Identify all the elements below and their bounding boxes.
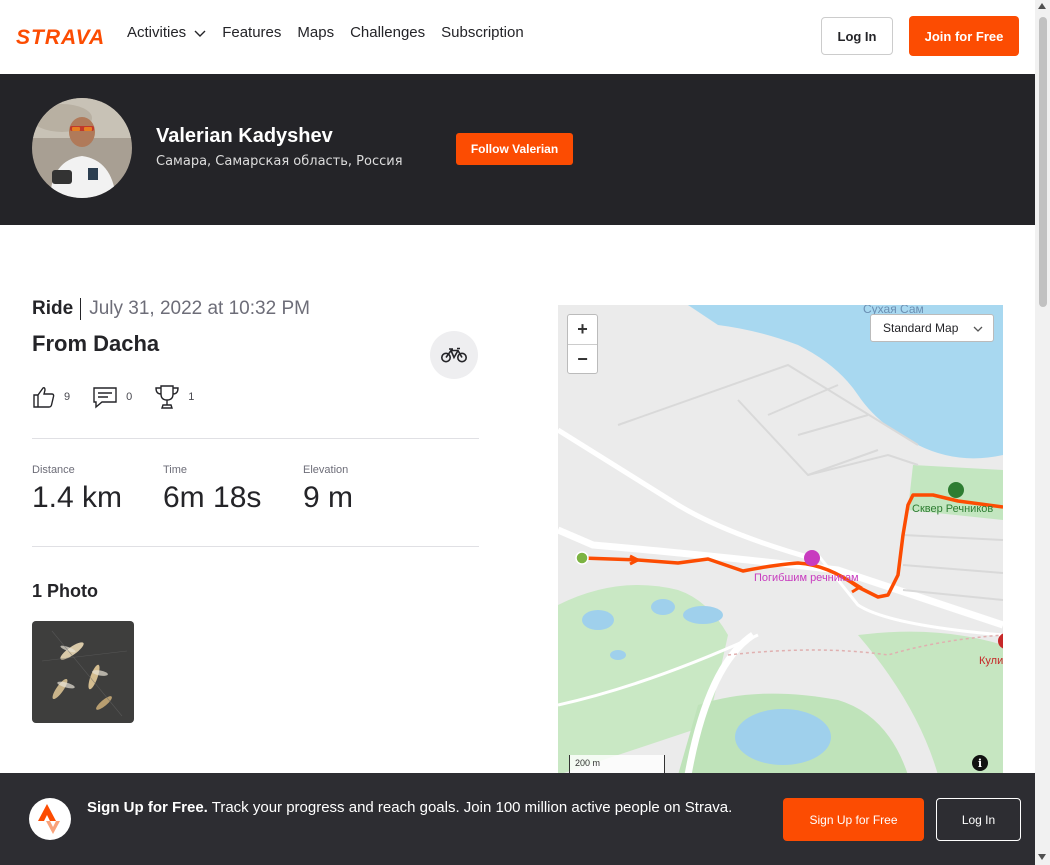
nav-features[interactable]: Features	[222, 24, 281, 41]
photos-title: 1 Photo	[32, 581, 98, 601]
strava-chevron-icon	[38, 804, 60, 834]
banner-login-button[interactable]: Log In	[936, 798, 1021, 841]
thumbs-up-icon	[33, 387, 55, 408]
athlete-name[interactable]: Valerian Kadyshev	[156, 125, 333, 148]
comments-count: 0	[126, 391, 133, 403]
banner-headline: Sign Up for Free.	[87, 799, 208, 816]
achievements-count: 1	[188, 391, 195, 403]
stat-label: Time	[163, 464, 188, 476]
strava-app-icon	[29, 798, 71, 840]
nav-maps[interactable]: Maps	[297, 24, 334, 41]
athlete-header: Valerian Kadyshev Самара, Самарская обла…	[0, 74, 1035, 225]
activity-title: From Dacha	[32, 331, 160, 356]
comments[interactable]: 0	[92, 385, 132, 409]
zoom-out-button[interactable]: −	[568, 344, 597, 373]
photo-image	[32, 621, 134, 723]
join-button[interactable]: Join for Free	[909, 16, 1019, 56]
scroll-up-arrow-icon[interactable]	[1038, 3, 1046, 9]
activity-type: Ride	[32, 298, 82, 320]
chevron-down-icon	[194, 30, 206, 37]
athlete-location: Самара, Самарская область, Россия	[156, 154, 403, 169]
activity-header: Ride July 31, 2022 at 10:32 PM	[32, 298, 310, 320]
sport-badge	[430, 331, 478, 379]
login-button[interactable]: Log In	[821, 17, 893, 55]
strava-logo[interactable]: STRAVA	[16, 26, 112, 46]
nav-activities-label: Activities	[127, 24, 187, 41]
nav-links: Activities Features Maps Challenges Subs…	[127, 24, 540, 41]
nav-challenges[interactable]: Challenges	[350, 24, 425, 41]
chevron-down-icon	[973, 326, 983, 332]
bike-icon	[441, 347, 467, 363]
map-scale: 200 m	[569, 755, 665, 775]
divider	[32, 438, 479, 439]
zoom-controls: + −	[567, 314, 598, 374]
map-label-memorial: Погибшим речникам	[754, 572, 859, 584]
banner-body: Track your progress and reach goals. Joi…	[207, 799, 733, 816]
top-nav: STRAVA Activities Features Maps Challeng…	[0, 0, 1035, 74]
achievements[interactable]: 1	[154, 384, 194, 410]
info-icon[interactable]: i	[972, 755, 988, 771]
signup-button[interactable]: Sign Up for Free	[783, 798, 924, 841]
map-type-label: Standard Map	[883, 321, 959, 335]
stat-distance: Distance 1.4 km	[32, 464, 122, 515]
strava-logo-text: STRAVA	[16, 26, 105, 46]
activity-date: July 31, 2022 at 10:32 PM	[89, 298, 310, 319]
map-label-kul: Кули	[979, 655, 1003, 667]
divider	[32, 546, 479, 547]
signup-banner: Sign Up for Free. Track your progress an…	[0, 773, 1035, 865]
map-type-select[interactable]: Standard Map	[870, 314, 994, 342]
follow-button[interactable]: Follow Valerian	[456, 133, 573, 165]
stat-time: Time 6m 18s	[163, 464, 261, 515]
comment-icon	[93, 387, 117, 409]
page-scrollbar[interactable]	[1035, 0, 1050, 865]
avatar[interactable]	[32, 98, 132, 198]
stat-elevation: Elevation 9 m	[303, 464, 353, 515]
stat-label: Elevation	[303, 464, 349, 476]
zoom-in-button[interactable]: +	[568, 315, 597, 344]
stat-value: 6m 18s	[163, 481, 262, 514]
nav-subscription[interactable]: Subscription	[441, 24, 524, 41]
kudos[interactable]: 9	[32, 385, 70, 409]
banner-text: Sign Up for Free. Track your progress an…	[87, 797, 757, 819]
stat-value: 9 m	[303, 481, 354, 514]
route-map[interactable]: Сухая Сам Сквер Речников Погибшим речник…	[558, 305, 1003, 775]
stat-label: Distance	[32, 464, 75, 476]
kudos-count: 9	[64, 391, 71, 403]
photo-thumbnail[interactable]	[32, 621, 134, 723]
trophy-icon	[155, 385, 179, 409]
social-counts: 9 0 1	[32, 384, 216, 410]
scrollbar-thumb[interactable]	[1039, 17, 1047, 307]
map-canvas: Сухая Сам Сквер Речников Погибшим речник…	[558, 305, 1003, 775]
map-label-square: Сквер Речников	[912, 503, 993, 515]
scroll-down-arrow-icon[interactable]	[1038, 854, 1046, 860]
nav-activities[interactable]: Activities	[127, 24, 206, 41]
avatar-image	[32, 98, 132, 198]
stat-value: 1.4 km	[32, 481, 123, 514]
